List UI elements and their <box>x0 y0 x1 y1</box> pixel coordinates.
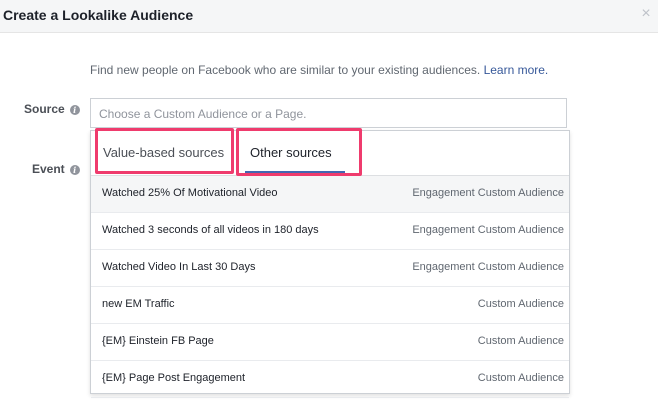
dialog-description: Find new people on Facebook who are simi… <box>90 63 548 77</box>
audience-name: {EM} Einstein FB Page <box>102 335 214 347</box>
list-item[interactable]: {EM} Einstein FB Page Custom Audience <box>91 324 569 361</box>
active-tab-underline <box>245 171 345 174</box>
source-placeholder: Choose a Custom Audience or a Page. <box>99 107 307 121</box>
audience-name: Watched Video In Last 30 Days <box>102 261 256 273</box>
dialog-title: Create a Lookalike Audience <box>3 7 194 23</box>
list-item[interactable]: Watched Video In Last 30 Days Engagement… <box>91 250 569 287</box>
info-icon[interactable]: i <box>69 105 80 115</box>
source-label: Source i <box>24 102 80 116</box>
source-tabs: Value-based sources Other sources <box>91 128 569 176</box>
learn-more-link[interactable]: Learn more. <box>484 63 549 77</box>
audience-list: Watched 25% Of Motivational Video Engage… <box>91 176 569 398</box>
event-label: Event i <box>32 162 80 176</box>
audience-name: Watched 3 seconds of all videos in 180 d… <box>102 224 319 236</box>
info-icon[interactable]: i <box>69 165 80 175</box>
dialog-header: Create a Lookalike Audience × <box>0 0 658 33</box>
event-label-text: Event <box>32 162 65 176</box>
audience-name: {EM} Page Post Engagement <box>102 372 246 384</box>
audience-type: Engagement Custom Audience <box>412 187 564 199</box>
source-input[interactable]: Choose a Custom Audience or a Page. <box>90 98 567 128</box>
audience-type: Engagement Custom Audience <box>412 261 564 273</box>
audience-type: Engagement Custom Audience <box>412 224 564 236</box>
audience-type: Custom Audience <box>477 372 564 384</box>
tab-value-based-sources[interactable]: Value-based sources <box>103 131 224 175</box>
audience-type: Custom Audience <box>477 298 564 310</box>
close-icon[interactable]: × <box>638 6 654 22</box>
source-dropdown: Value-based sources Other sources Watche… <box>90 128 570 398</box>
source-label-text: Source <box>24 102 65 116</box>
tab-other-sources[interactable]: Other sources <box>250 131 332 175</box>
audience-name: new EM Traffic <box>102 298 175 310</box>
list-item[interactable]: Watched 3 seconds of all videos in 180 d… <box>91 213 569 250</box>
audience-name: Watched 25% Of Motivational Video <box>102 187 278 199</box>
list-item[interactable]: new EM Traffic Custom Audience <box>91 287 569 324</box>
list-item[interactable]: Watched 25% Of Motivational Video Engage… <box>91 176 569 213</box>
description-text: Find new people on Facebook who are simi… <box>90 63 481 77</box>
audience-type: Custom Audience <box>477 335 564 347</box>
list-item[interactable]: {EM} Page Post Engagement Custom Audienc… <box>91 361 569 398</box>
